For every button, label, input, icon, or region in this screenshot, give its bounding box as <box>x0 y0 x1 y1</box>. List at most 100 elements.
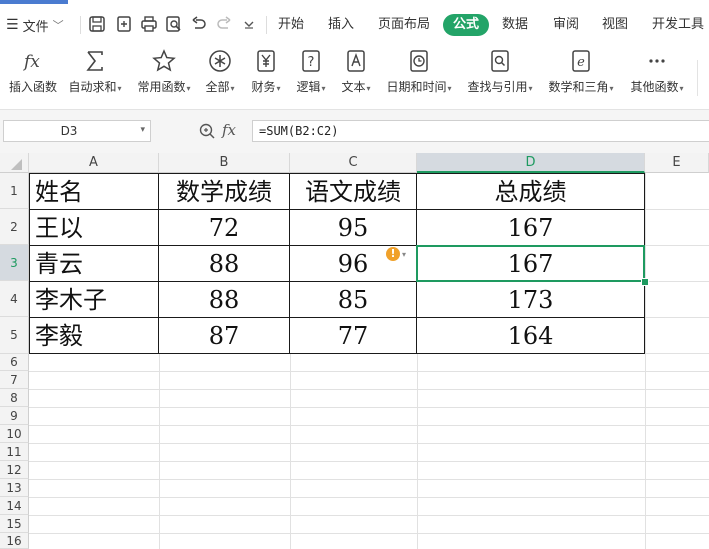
tab-view[interactable]: 视图 <box>600 14 630 36</box>
cell-b3[interactable]: 88 <box>159 247 289 281</box>
export-icon[interactable] <box>114 14 134 34</box>
insert-function-label: 插入函数 <box>8 80 57 94</box>
cell-c1[interactable]: 语文成绩 <box>290 175 416 209</box>
financial-functions-button[interactable]: 财务▾ <box>248 48 284 98</box>
cell-c4[interactable]: 85 <box>290 283 416 317</box>
gridline <box>417 354 418 549</box>
row-header-3[interactable]: 3 <box>0 245 29 281</box>
cell-c2[interactable]: 95 <box>290 211 416 245</box>
gridline <box>29 407 709 408</box>
cell-d1[interactable]: 总成绩 <box>417 175 644 209</box>
undo-icon[interactable] <box>189 14 209 34</box>
column-header-d[interactable]: D <box>417 153 645 173</box>
zoom-search-icon[interactable] <box>198 122 216 144</box>
row-header-9[interactable]: 9 <box>0 407 29 425</box>
tab-developer[interactable]: 开发工具 <box>650 14 706 36</box>
svg-text:e: e <box>577 55 585 70</box>
gridline <box>29 443 709 444</box>
row-header-7[interactable]: 7 <box>0 371 29 389</box>
chevron-down-icon[interactable]: ▾ <box>140 125 145 135</box>
more-chevron-icon[interactable] <box>239 14 259 34</box>
tab-insert[interactable]: 插入 <box>326 14 356 36</box>
gridline <box>29 389 709 390</box>
exclamation-warning-icon[interactable]: ! <box>386 247 400 261</box>
row-header-10[interactable]: 10 <box>0 425 29 443</box>
cell-b1[interactable]: 数学成绩 <box>159 175 289 209</box>
print-preview-icon[interactable] <box>164 14 184 34</box>
gridline <box>645 173 646 549</box>
tab-formulas[interactable]: 公式 <box>443 14 490 36</box>
tab-review[interactable]: 审阅 <box>551 14 581 36</box>
row-header-6[interactable]: 6 <box>0 354 29 371</box>
dropdown-caret-icon: ▾ <box>528 84 533 93</box>
print-icon[interactable] <box>139 14 159 34</box>
autosum-button[interactable]: 自动求和▾ <box>65 48 125 98</box>
cell-a4[interactable]: 李木子 <box>29 283 158 317</box>
tab-page-layout[interactable]: 页面布局 <box>376 14 432 36</box>
lookup-reference-button[interactable]: 查找与引用▾ <box>465 48 535 98</box>
logical-functions-button[interactable]: ? 逻辑▾ <box>293 48 329 98</box>
dropdown-caret-icon: ▾ <box>366 84 371 93</box>
tab-home[interactable]: 开始 <box>276 14 306 36</box>
dropdown-caret-icon: ▾ <box>609 84 614 93</box>
tab-data[interactable]: 数据 <box>500 14 530 36</box>
redo-icon[interactable] <box>214 14 234 34</box>
row-header-5[interactable]: 5 <box>0 317 29 354</box>
row-header-4[interactable]: 4 <box>0 281 29 317</box>
name-box[interactable]: D3 ▾ <box>3 120 151 142</box>
common-functions-button[interactable]: 常用函数▾ <box>134 48 194 98</box>
save-icon[interactable] <box>87 14 107 34</box>
insert-function-button[interactable]: fx 插入函数 <box>6 48 60 98</box>
cell-c5[interactable]: 77 <box>290 319 416 353</box>
cell-a5[interactable]: 李毅 <box>29 319 158 353</box>
gridline <box>645 245 709 246</box>
file-menu[interactable]: ☰ 文件 ﹀ <box>6 14 64 36</box>
other-functions-label: 其他函数 <box>630 80 679 94</box>
row-header-15[interactable]: 15 <box>0 515 29 533</box>
insert-function-fx-icon[interactable]: fx <box>222 121 236 139</box>
cell-b5[interactable]: 87 <box>159 319 289 353</box>
cell-b2[interactable]: 72 <box>159 211 289 245</box>
name-box-value: D3 <box>60 124 78 138</box>
select-all-triangle-icon <box>11 159 22 170</box>
all-functions-button[interactable]: 全部▾ <box>202 48 238 98</box>
gridline <box>29 479 709 480</box>
gridline <box>645 209 709 210</box>
cell-a3[interactable]: 青云 <box>29 247 158 281</box>
star-icon <box>149 48 179 74</box>
table-border <box>29 353 645 354</box>
column-header-a[interactable]: A <box>29 153 159 173</box>
warning-dropdown-caret-icon[interactable]: ▾ <box>402 250 406 259</box>
fill-handle[interactable] <box>641 278 649 286</box>
gridline <box>159 354 160 549</box>
cell-b4[interactable]: 88 <box>159 283 289 317</box>
text-functions-button[interactable]: 文本▾ <box>338 48 374 98</box>
other-functions-button[interactable]: 其他函数▾ <box>626 48 688 98</box>
cell-d5[interactable]: 164 <box>417 319 644 353</box>
row-header-13[interactable]: 13 <box>0 479 29 497</box>
row-header-12[interactable]: 12 <box>0 461 29 479</box>
row-header-2[interactable]: 2 <box>0 209 29 245</box>
row-header-11[interactable]: 11 <box>0 443 29 461</box>
svg-text:?: ? <box>308 55 315 70</box>
column-header-e[interactable]: E <box>645 153 709 173</box>
row-header-16[interactable]: 16 <box>0 533 29 549</box>
dropdown-caret-icon: ▾ <box>679 84 684 93</box>
dropdown-caret-icon: ▾ <box>117 84 122 93</box>
math-trig-label: 数学和三角 <box>548 80 609 94</box>
hamburger-icon: ☰ <box>6 17 19 33</box>
asterisk-icon <box>205 48 235 74</box>
toolbar-divider <box>80 16 81 34</box>
cell-d2[interactable]: 167 <box>417 211 644 245</box>
row-header-1[interactable]: 1 <box>0 173 29 209</box>
row-header-14[interactable]: 14 <box>0 497 29 515</box>
cell-a1[interactable]: 姓名 <box>29 175 158 209</box>
cell-d4[interactable]: 173 <box>417 283 644 317</box>
column-header-c[interactable]: C <box>290 153 417 173</box>
column-header-b[interactable]: B <box>159 153 290 173</box>
formula-input[interactable]: =SUM(B2:C2) <box>252 120 709 142</box>
math-trig-button[interactable]: e 数学和三角▾ <box>546 48 616 98</box>
date-time-functions-button[interactable]: 日期和时间▾ <box>384 48 454 98</box>
cell-a2[interactable]: 王以 <box>29 211 158 245</box>
row-header-8[interactable]: 8 <box>0 389 29 407</box>
